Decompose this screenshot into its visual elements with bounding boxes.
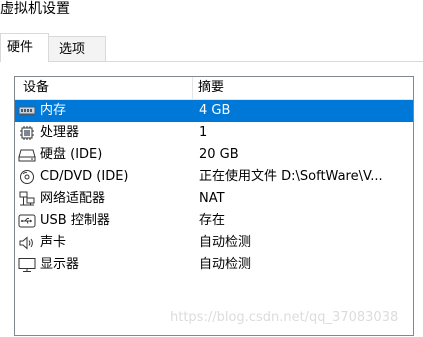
- device-row-usb-controller[interactable]: USB 控制器 存在: [15, 210, 413, 232]
- device-name: CD/DVD (IDE): [40, 169, 129, 184]
- device-row-hard-disk[interactable]: 硬盘 (IDE) 20 GB: [15, 144, 413, 166]
- device-summary: 自动检测: [199, 235, 252, 250]
- device-row-memory[interactable]: 内存 4 GB: [15, 100, 413, 122]
- device-name: 内存: [40, 103, 67, 118]
- hard-disk-icon: [18, 147, 36, 163]
- device-list[interactable]: 设备 摘要 内存 4 GB 处理器 1 硬盘 (IDE) 20 GB CD/DV…: [14, 76, 414, 336]
- device-summary: 4 GB: [199, 103, 231, 118]
- list-header: 设备 摘要: [15, 77, 413, 100]
- device-name: USB 控制器: [40, 213, 110, 228]
- device-summary: 存在: [199, 213, 226, 228]
- column-header-summary[interactable]: 摘要: [198, 77, 224, 99]
- column-divider[interactable]: [192, 77, 193, 99]
- tab-control: 硬件 选项 设备 摘要 内存 4 GB 处理器 1 硬盘 (IDE) 20 GB…: [0, 33, 423, 337]
- device-summary: 1: [199, 125, 208, 140]
- device-summary: 正在使用文件 D:\SoftWare\V...: [199, 169, 383, 184]
- network-adapter-icon: [18, 191, 36, 207]
- dialog-title: 虚拟机设置: [0, 1, 70, 17]
- device-name: 声卡: [40, 235, 67, 250]
- watermark-text: https://blog.csdn.net/qq_37083038: [170, 310, 399, 325]
- device-row-cd-dvd[interactable]: CD/DVD (IDE) 正在使用文件 D:\SoftWare\V...: [15, 166, 413, 188]
- column-header-device[interactable]: 设备: [23, 77, 49, 99]
- device-name: 处理器: [40, 125, 80, 140]
- device-summary: NAT: [199, 191, 225, 206]
- memory-icon: [18, 103, 36, 119]
- device-name: 网络适配器: [40, 191, 106, 206]
- sound-card-icon: [18, 235, 36, 251]
- device-summary: 自动检测: [199, 257, 252, 272]
- processor-icon: [18, 125, 36, 141]
- display-icon: [18, 257, 36, 273]
- usb-controller-icon: [18, 213, 36, 229]
- device-summary: 20 GB: [199, 147, 239, 162]
- cd-dvd-icon: [18, 169, 36, 185]
- hardware-panel: 设备 摘要 内存 4 GB 处理器 1 硬盘 (IDE) 20 GB CD/DV…: [0, 62, 423, 337]
- device-row-network-adapter[interactable]: 网络适配器 NAT: [15, 188, 413, 210]
- device-name: 显示器: [40, 257, 80, 272]
- device-row-processor[interactable]: 处理器 1: [15, 122, 413, 144]
- tab-options[interactable]: 选项: [48, 36, 106, 61]
- device-row-sound-card[interactable]: 声卡 自动检测: [15, 232, 413, 254]
- tab-hardware[interactable]: 硬件: [0, 33, 49, 62]
- device-row-display[interactable]: 显示器 自动检测: [15, 254, 413, 276]
- device-name: 硬盘 (IDE): [40, 147, 103, 162]
